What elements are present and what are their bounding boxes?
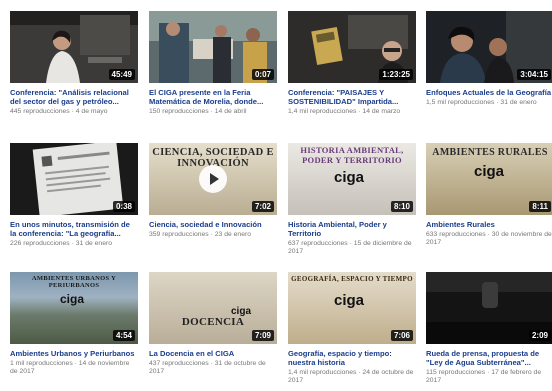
- video-meta: 1,4 mil reproducciones · 14 de marzo: [288, 108, 401, 115]
- video-card[interactable]: HISTORIA AMBIENTAL, PODER Y TERRITORIO c…: [288, 143, 416, 257]
- video-title[interactable]: Conferencia: "PAISAJES Y SOSTENIBILIDAD"…: [288, 88, 416, 106]
- video-grid: 45:49 Conferencia: "Análisis relacional …: [0, 0, 552, 391]
- video-title[interactable]: Enfoques Actuales de la Geografía: [426, 88, 552, 97]
- video-card[interactable]: 3:04:15 Enfoques Actuales de la Geografí…: [426, 11, 552, 107]
- poster-title: GEOGRAFÍA, ESPACIO Y TIEMPO: [291, 275, 413, 283]
- video-card[interactable]: CIENCIA, SOCIEDAD E INNOVACIÓN 7:02 Cien…: [149, 143, 277, 239]
- video-card[interactable]: AMBIENTES URBANOS Y PERIURBANOS ciga 4:5…: [10, 272, 138, 377]
- video-meta: 437 reproducciones · 31 de octubre de 20…: [149, 360, 266, 376]
- duration-badge: 45:49: [108, 69, 135, 80]
- video-title[interactable]: Ambientes Rurales: [426, 220, 552, 229]
- video-meta: 1 mil reproducciones · 14 de noviembre d…: [10, 360, 130, 376]
- poster-title: HISTORIA AMBIENTAL, PODER Y TERRITORIO: [300, 145, 404, 165]
- video-thumbnail[interactable]: 45:49: [10, 11, 138, 83]
- video-title[interactable]: El CIGA presente en la Feria Matemática …: [149, 88, 277, 106]
- play-icon[interactable]: [199, 165, 227, 193]
- video-meta: 445 reproducciones · 4 de mayo: [10, 108, 108, 115]
- video-thumbnail[interactable]: HISTORIA AMBIENTAL, PODER Y TERRITORIO c…: [288, 143, 416, 215]
- video-meta: 1,4 mil reproducciones · 24 de octubre d…: [288, 369, 414, 385]
- poster-title: DOCENCIA: [181, 316, 245, 328]
- video-meta: 115 reproducciones · 17 de febrero de 20…: [426, 369, 542, 385]
- ciga-logo: ciga: [60, 292, 85, 306]
- video-card[interactable]: DOCENCIA ciga 7:09 La Docencia en el CIG…: [149, 272, 277, 377]
- video-thumbnail[interactable]: GEOGRAFÍA, ESPACIO Y TIEMPO ciga 7:06: [288, 272, 416, 344]
- duration-badge: 4:54: [112, 330, 135, 341]
- video-meta: 633 reproducciones · 30 de noviembre de …: [426, 231, 552, 247]
- video-title[interactable]: Ambientes Urbanos y Periurbanos: [10, 349, 138, 358]
- duration-badge: 0:07: [251, 69, 274, 80]
- video-thumbnail[interactable]: AMBIENTES URBANOS Y PERIURBANOS ciga 4:5…: [10, 272, 138, 344]
- video-meta: 150 reproducciones · 14 de abril: [149, 108, 247, 115]
- video-title[interactable]: Conferencia: "Análisis relacional del se…: [10, 88, 138, 106]
- video-thumbnail[interactable]: 0:07: [149, 11, 277, 83]
- video-meta: 637 reproducciones · 15 de diciembre de …: [288, 240, 412, 256]
- video-meta: 226 reproducciones · 31 de enero: [10, 240, 113, 247]
- ciga-logo: ciga: [474, 163, 505, 180]
- video-title[interactable]: Geografía, espacio y tiempo: nuestra his…: [288, 349, 416, 367]
- video-thumbnail[interactable]: CIENCIA, SOCIEDAD E INNOVACIÓN 7:02: [149, 143, 277, 215]
- video-thumbnail[interactable]: DOCENCIA ciga 7:09: [149, 272, 277, 344]
- poster-title: AMBIENTES RURALES: [432, 147, 548, 158]
- video-card[interactable]: AMBIENTES RURALES ciga 8:11 Ambientes Ru…: [426, 143, 552, 248]
- video-thumbnail[interactable]: AMBIENTES RURALES ciga 8:11: [426, 143, 552, 215]
- duration-badge: 8:10: [390, 201, 413, 212]
- video-meta: 359 reproducciones · 23 de enero: [149, 231, 252, 238]
- video-card[interactable]: 2:09 Rueda de prensa, propuesta de "Ley …: [426, 272, 552, 386]
- video-thumbnail[interactable]: 2:09: [426, 272, 552, 344]
- video-card[interactable]: GEOGRAFÍA, ESPACIO Y TIEMPO ciga 7:06 Ge…: [288, 272, 416, 386]
- video-title[interactable]: Historia Ambiental, Poder y Territorio: [288, 220, 416, 238]
- video-title[interactable]: Rueda de prensa, propuesta de "Ley de Ag…: [426, 349, 552, 367]
- duration-badge: 7:06: [390, 330, 413, 341]
- video-thumbnail[interactable]: 1:23:25: [288, 11, 416, 83]
- poster-title: AMBIENTES URBANOS Y PERIURBANOS: [31, 275, 117, 289]
- ciga-logo: ciga: [231, 306, 252, 317]
- video-card[interactable]: 0:38 En unos minutos, transmisión de la …: [10, 143, 138, 248]
- duration-badge: 7:09: [251, 330, 274, 341]
- video-card[interactable]: 0:07 El CIGA presente en la Feria Matemá…: [149, 11, 277, 116]
- ciga-logo: ciga: [334, 169, 365, 186]
- video-card[interactable]: 1:23:25 Conferencia: "PAISAJES Y SOSTENI…: [288, 11, 416, 116]
- duration-badge: 0:38: [112, 201, 135, 212]
- duration-badge: 3:04:15: [517, 69, 551, 80]
- duration-badge: 1:23:25: [379, 69, 413, 80]
- duration-badge: 2:09: [528, 330, 551, 341]
- video-title[interactable]: Ciencia, sociedad e Innovación: [149, 220, 277, 229]
- ciga-logo: ciga: [334, 292, 365, 309]
- video-meta: 1,5 mil reproducciones · 31 de enero: [426, 99, 537, 106]
- duration-badge: 8:11: [529, 201, 551, 212]
- duration-badge: 7:02: [251, 201, 274, 212]
- video-title[interactable]: La Docencia en el CIGA: [149, 349, 277, 358]
- video-thumbnail[interactable]: 0:38: [10, 143, 138, 215]
- video-thumbnail[interactable]: 3:04:15: [426, 11, 552, 83]
- video-card[interactable]: 45:49 Conferencia: "Análisis relacional …: [10, 11, 138, 116]
- video-title[interactable]: En unos minutos, transmisión de la confe…: [10, 220, 138, 238]
